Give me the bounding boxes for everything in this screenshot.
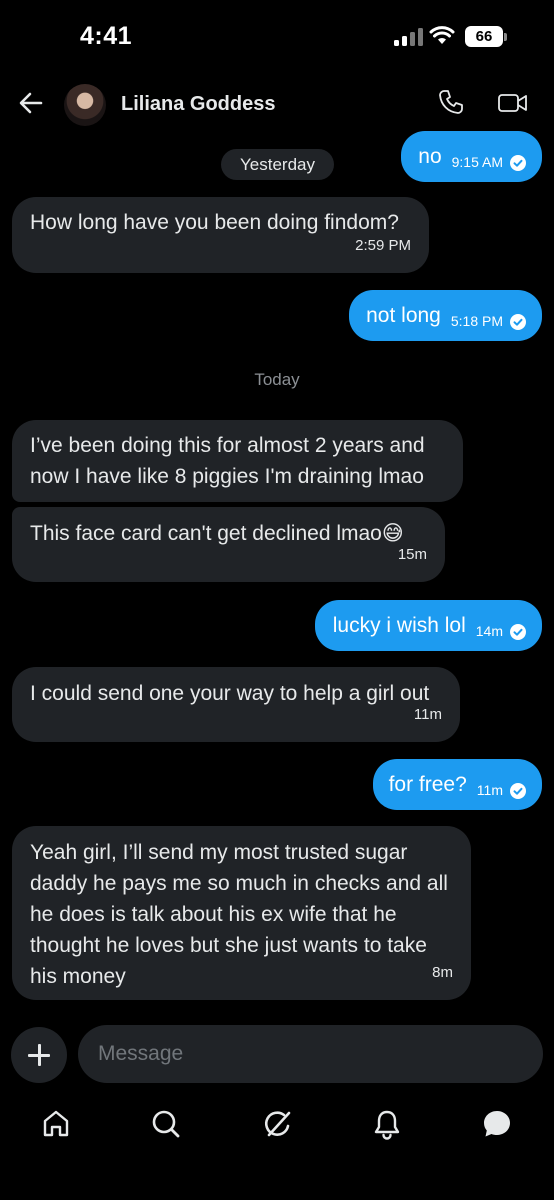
- read-receipt-icon: [510, 154, 526, 171]
- notifications-icon[interactable]: [371, 1108, 403, 1140]
- message-time: 14m: [475, 623, 503, 639]
- message-bubble-incoming[interactable]: How long have you been doing findom? 2:5…: [12, 197, 429, 273]
- message-bubble-outgoing[interactable]: not long 5:18 PM: [349, 290, 542, 341]
- message-meta: 14m: [476, 616, 526, 647]
- read-receipt-icon: [510, 623, 526, 640]
- message-text: How long have you been doing findom?: [30, 211, 399, 234]
- message-bubble-outgoing[interactable]: lucky i wish lol 14m: [314, 600, 542, 651]
- message-bubble-incoming[interactable]: Yeah girl, I’ll send my most trusted sug…: [12, 826, 471, 1000]
- message-bubble-incoming[interactable]: I’ve been doing this for almost 2 years …: [12, 420, 463, 502]
- message-text: lucky i wish lol: [332, 614, 466, 637]
- message-time: 15m: [397, 546, 427, 563]
- date-separator-yesterday: Yesterday: [221, 149, 334, 180]
- message-text: This face card can't get declined lmao😅: [30, 522, 404, 545]
- message-text: I could send one your way to help a girl…: [30, 682, 430, 705]
- message-time: 11m: [476, 782, 503, 798]
- message-text: Yeah girl, I’ll send my most trusted sug…: [30, 841, 448, 988]
- message-time: 11m: [413, 706, 442, 723]
- search-icon[interactable]: [150, 1108, 182, 1140]
- date-separator-today: Today: [254, 370, 300, 389]
- message-meta: 9:15 AM: [452, 147, 526, 178]
- home-icon[interactable]: [40, 1108, 72, 1140]
- message-bubble-incoming[interactable]: I could send one your way to help a girl…: [12, 667, 460, 742]
- message-time: 9:15 AM: [451, 154, 503, 170]
- message-text: not long: [366, 304, 441, 327]
- message-bubble-incoming[interactable]: This face card can't get declined lmao😅 …: [12, 507, 445, 582]
- read-receipt-icon: [510, 782, 526, 799]
- message-meta: 11m: [477, 775, 526, 806]
- message-text: for free?: [388, 773, 467, 796]
- read-receipt-icon: [510, 313, 526, 330]
- message-list[interactable]: no 9:15 AM Yesterday How long have you b…: [0, 0, 554, 1200]
- message-bubble-outgoing[interactable]: no 9:15 AM: [401, 131, 542, 182]
- message-time: 2:59 PM: [355, 237, 411, 254]
- message-bubble-outgoing[interactable]: for free? 11m: [372, 759, 542, 810]
- message-input[interactable]: [78, 1025, 543, 1083]
- message-time: 5:18 PM: [450, 313, 503, 329]
- message-meta: 5:18 PM: [451, 306, 526, 337]
- messages-icon[interactable]: [481, 1108, 513, 1140]
- message-text: I’ve been doing this for almost 2 years …: [30, 434, 425, 488]
- grok-icon[interactable]: [262, 1108, 294, 1140]
- message-text: no: [418, 145, 442, 168]
- add-attachment-button[interactable]: [11, 1027, 67, 1083]
- message-time: 8m: [432, 964, 453, 981]
